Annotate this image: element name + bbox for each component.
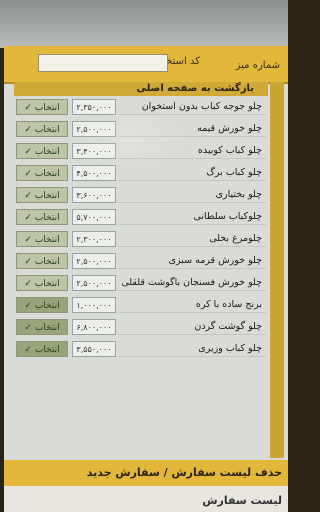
menu-row: ✓ انتخاب ۳,۶۰۰,۰۰۰ چلو بختیاری bbox=[14, 186, 268, 205]
clear-order-new-order-button[interactable]: حذف لیست سفارش / سفارش جدید bbox=[4, 460, 288, 486]
header-bar: شماره میز کد استخدامی bbox=[4, 46, 288, 84]
side-strip bbox=[270, 82, 284, 458]
menu-row: ✓ انتخاب ۴,۵۰۰,۰۰۰ چلو کباب برگ bbox=[14, 164, 268, 183]
monitor-bezel bbox=[0, 0, 288, 48]
pos-screen: شماره میز کد استخدامی بازگشت به صفحه اصل… bbox=[4, 46, 288, 512]
menu-row: ✓ انتخاب ۲,۵۰۰,۰۰۰ چلو خورش قرمه سبزی bbox=[14, 252, 268, 271]
menu-row: ✓ انتخاب ۲,۵۰۰,۰۰۰ چلو خورش فسنجان باگوش… bbox=[14, 274, 268, 293]
select-button[interactable]: ✓ انتخاب bbox=[16, 165, 68, 181]
item-name: چلو کباب برگ bbox=[118, 165, 266, 181]
item-name: چلو جوجه کباب بدون استخوان bbox=[118, 99, 266, 115]
item-price: ۲,۵۰۰,۰۰۰ bbox=[72, 121, 116, 137]
select-button[interactable]: ✓ انتخاب bbox=[16, 319, 68, 335]
select-button[interactable]: ✓ انتخاب bbox=[16, 209, 68, 225]
select-button[interactable]: ✓ انتخاب bbox=[16, 297, 68, 313]
order-list-footer: لیست سفارش bbox=[4, 486, 288, 512]
item-price: ۲,۳۰۰,۰۰۰ bbox=[72, 231, 116, 247]
select-button[interactable]: ✓ انتخاب bbox=[16, 143, 68, 159]
order-list-title: لیست سفارش bbox=[202, 494, 282, 507]
item-name: چلو بختیاری bbox=[118, 187, 266, 203]
select-button[interactable]: ✓ انتخاب bbox=[16, 275, 68, 291]
select-button[interactable]: ✓ انتخاب bbox=[16, 231, 68, 247]
table-number-label: شماره میز bbox=[235, 60, 280, 71]
item-name: چلو خورش فسنجان باگوشت قلقلی bbox=[118, 275, 266, 291]
back-to-home-button[interactable]: بازگشت به صفحه اصلی bbox=[14, 82, 268, 96]
item-name: چلوکباب سلطانی bbox=[118, 209, 266, 225]
item-name: چلو کباب وزیری bbox=[118, 341, 266, 357]
menu-row: ✓ انتخاب ۱,۰۰۰,۰۰۰ برنج ساده با کره bbox=[14, 296, 268, 315]
item-price: ۲,۵۰۰,۰۰۰ bbox=[72, 253, 116, 269]
item-price: ۳,۵۵۰,۰۰۰ bbox=[72, 341, 116, 357]
employee-code-input[interactable] bbox=[38, 54, 168, 72]
select-button[interactable]: ✓ انتخاب bbox=[16, 341, 68, 357]
item-price: ۲,۵۰۰,۰۰۰ bbox=[72, 275, 116, 291]
item-name: چلو کباب کوبیده bbox=[118, 143, 266, 159]
menu-row: ✓ انتخاب ۵,۷۰۰,۰۰۰ چلوکباب سلطانی bbox=[14, 208, 268, 227]
menu-row: ✓ انتخاب ۲,۳۵۰,۰۰۰ چلو جوجه کباب بدون اس… bbox=[14, 98, 268, 117]
select-button[interactable]: ✓ انتخاب bbox=[16, 253, 68, 269]
menu-row: ✓ انتخاب ۶,۸۰۰,۰۰۰ چلو گوشت گردن bbox=[14, 318, 268, 337]
item-name: برنج ساده با کره bbox=[118, 297, 266, 313]
select-button[interactable]: ✓ انتخاب bbox=[16, 99, 68, 115]
item-price: ۱,۰۰۰,۰۰۰ bbox=[72, 297, 116, 313]
item-price: ۶,۸۰۰,۰۰۰ bbox=[72, 319, 116, 335]
menu-row: ✓ انتخاب ۲,۵۰۰,۰۰۰ چلو خورش قیمه bbox=[14, 120, 268, 139]
item-price: ۵,۷۰۰,۰۰۰ bbox=[72, 209, 116, 225]
select-button[interactable]: ✓ انتخاب bbox=[16, 121, 68, 137]
item-name: چلو گوشت گردن bbox=[118, 319, 266, 335]
menu-row: ✓ انتخاب ۲,۳۰۰,۰۰۰ چلومرغ بخلی bbox=[14, 230, 268, 249]
menu-row: ✓ انتخاب ۳,۴۰۰,۰۰۰ چلو کباب کوبیده bbox=[14, 142, 268, 161]
item-price: ۳,۶۰۰,۰۰۰ bbox=[72, 187, 116, 203]
item-price: ۴,۵۰۰,۰۰۰ bbox=[72, 165, 116, 181]
item-name: چلو خورش قیمه bbox=[118, 121, 266, 137]
item-name: چلومرغ بخلی bbox=[118, 231, 266, 247]
menu-row: ✓ انتخاب ۳,۵۵۰,۰۰۰ چلو کباب وزیری bbox=[14, 340, 268, 359]
item-name: چلو خورش قرمه سبزی bbox=[118, 253, 266, 269]
select-button[interactable]: ✓ انتخاب bbox=[16, 187, 68, 203]
item-price: ۲,۳۵۰,۰۰۰ bbox=[72, 99, 116, 115]
item-price: ۳,۴۰۰,۰۰۰ bbox=[72, 143, 116, 159]
